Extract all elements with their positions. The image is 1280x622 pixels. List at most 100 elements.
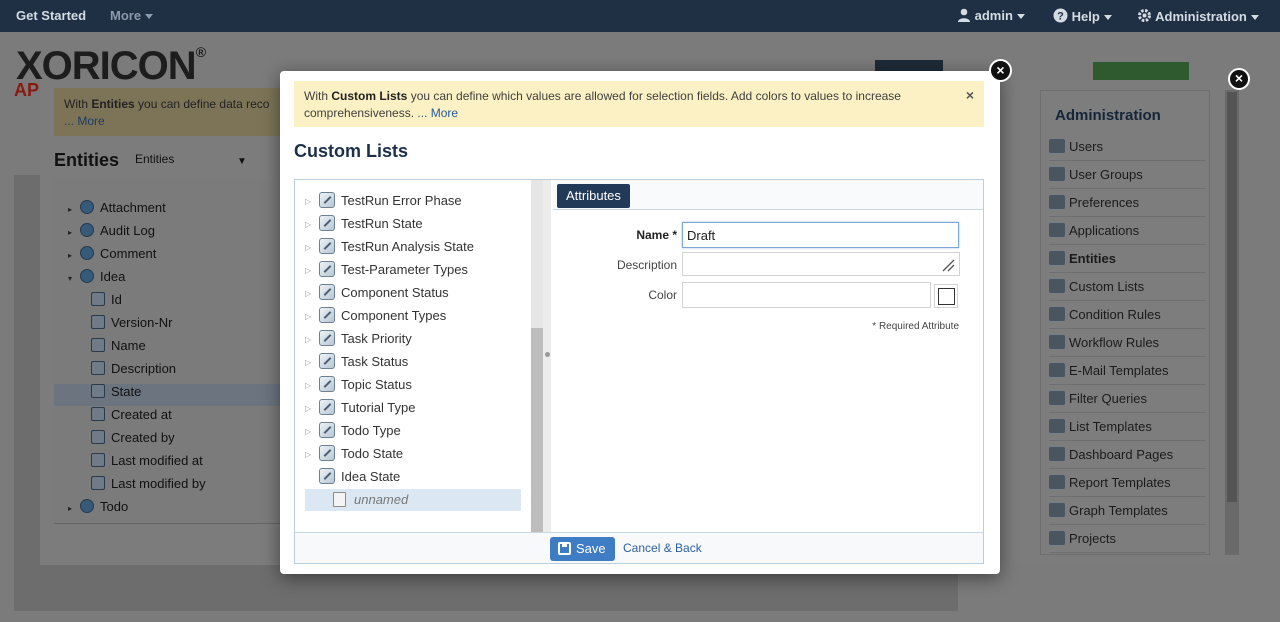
entity-tree-item[interactable]: Description [54,361,280,383]
admin-item[interactable]: Applications [1049,217,1206,245]
expand-icon[interactable]: ▷ [305,352,319,374]
scrollbar-thumb[interactable] [531,328,543,532]
list-value-item[interactable]: unnamed [305,489,521,511]
admin-item[interactable]: Report Templates [1049,469,1206,497]
entity-tree-item[interactable]: Last modified at [54,453,280,475]
expand-icon[interactable]: ▷ [305,191,319,213]
admin-scrollbar[interactable] [1225,90,1239,555]
admin-item-icon [1049,419,1065,433]
gear-icon [80,200,94,214]
modal-close-icon[interactable]: × [989,59,1012,82]
admin-item[interactable]: Projects [1049,525,1206,553]
chevron-down-icon [1103,15,1112,21]
attribute-icon [91,407,105,421]
attribute-icon [91,361,105,375]
custom-list-item[interactable]: ▷ TestRun Error Phase [305,190,521,212]
custom-lists-panel: ▷ TestRun Error Phase ▷ TestRun State ▷ TestR… [294,179,984,564]
entity-tree-item[interactable]: ▸ Audit Log [68,223,280,245]
close-icon[interactable]: × [1228,68,1250,90]
entity-tree-item[interactable]: Created by [54,430,280,452]
resize-handle-icon[interactable] [941,258,955,272]
nav-administration[interactable]: Administration [1137,8,1259,24]
entity-tree-item[interactable]: Last modified by [54,476,280,498]
cancel-back-link[interactable]: Cancel & Back [623,541,702,555]
name-field[interactable] [682,222,959,248]
custom-list-item[interactable]: ▷ Todo Type [305,420,521,442]
expand-icon[interactable]: ▷ [305,421,319,443]
custom-list-item[interactable]: ▷ TestRun Analysis State [305,236,521,258]
entity-tree-label: Comment [100,246,157,261]
admin-item[interactable]: E-Mail Templates [1049,357,1206,385]
custom-list-label: Task Priority [341,331,412,346]
entity-tree-item[interactable]: Version-Nr [54,315,280,337]
custom-list-item[interactable]: Idea State [305,466,521,488]
expand-icon[interactable]: ▷ [305,283,319,305]
expand-icon[interactable]: ▷ [305,444,319,466]
splitter-handle[interactable] [545,352,550,357]
entity-tree-item[interactable]: ▸ Attachment [68,200,280,222]
custom-list-item[interactable]: ▷ Task Priority [305,328,521,350]
admin-item[interactable]: Custom Lists [1049,273,1206,301]
tab-attributes[interactable]: Attributes [557,184,630,208]
expand-icon[interactable]: ▸ [68,251,80,260]
entity-tree-item[interactable]: Created at [54,407,280,429]
custom-list-item[interactable]: ▷ Todo State [305,443,521,465]
expand-icon[interactable]: ▸ [68,504,80,513]
save-button[interactable]: Save [550,537,615,561]
list-value-label: unnamed [354,492,409,507]
custom-lists-modal: With Custom Lists you can define which v… [280,71,1000,574]
admin-item[interactable]: Preferences [1049,189,1206,217]
admin-item[interactable]: List Templates [1049,413,1206,441]
custom-list-item[interactable]: ▷ Task Status [305,351,521,373]
nav-more[interactable]: More [110,8,154,23]
admin-item-label: Users [1069,139,1103,154]
admin-item[interactable]: Graph Templates [1049,497,1206,525]
entity-tree-label: Audit Log [100,223,155,238]
admin-item[interactable]: Entities [1049,245,1206,273]
description-field[interactable] [682,252,960,276]
admin-item[interactable]: User Groups [1049,161,1206,189]
entity-tree-item[interactable]: Name [54,338,280,360]
tree-scrollbar[interactable] [531,180,551,532]
custom-list-item[interactable]: ▷ Test-Parameter Types [305,259,521,281]
expand-icon[interactable]: ▷ [305,329,319,351]
expand-icon[interactable]: ▷ [305,214,319,236]
admin-item[interactable]: Condition Rules [1049,301,1206,329]
custom-list-label: TestRun State [341,216,423,231]
nav-help[interactable]: ? Help [1053,8,1112,24]
nav-admin-user[interactable]: admin [957,8,1025,23]
custom-list-item[interactable]: ▷ Tutorial Type [305,397,521,419]
expand-icon[interactable]: ▷ [305,260,319,282]
admin-item[interactable]: Filter Queries [1049,385,1206,413]
entity-tree-item[interactable]: ▸ Comment [68,246,280,268]
info-more-link[interactable]: ... More [417,106,458,120]
expand-icon[interactable]: ▷ [305,237,319,259]
custom-list-item[interactable]: ▷ Component Status [305,282,521,304]
expand-icon[interactable]: ▷ [305,398,319,420]
chevron-down-icon [1016,14,1025,20]
custom-list-item[interactable]: ▷ Topic Status [305,374,521,396]
admin-item[interactable]: Dashboard Pages [1049,441,1206,469]
custom-list-label: Task Status [341,354,409,369]
admin-scrollbar-thumb[interactable] [1227,92,1237,502]
color-field[interactable] [682,282,931,308]
info-close-icon[interactable]: × [966,87,974,104]
admin-item[interactable]: Workflow Rules [1049,329,1206,357]
nav-get-started[interactable]: Get Started [16,8,86,23]
entity-tree-item[interactable]: Id [54,292,280,314]
expand-icon[interactable]: ▷ [305,375,319,397]
entities-selector[interactable]: Entities [135,152,174,166]
expand-icon[interactable]: ▷ [305,306,319,328]
custom-list-item[interactable]: ▷ Component Types [305,305,521,327]
chevron-down-icon[interactable]: ▼ [237,156,247,167]
entity-tree-item[interactable]: ▾ Idea [68,269,280,291]
expand-icon[interactable]: ▸ [68,205,80,214]
custom-list-item[interactable]: ▷ TestRun State [305,213,521,235]
entity-tree-item[interactable]: ▸ Todo [68,499,280,521]
color-picker-button[interactable] [934,284,958,308]
entity-tree-item[interactable]: State [54,384,280,406]
expand-icon[interactable]: ▸ [68,228,80,237]
admin-item[interactable]: Users [1049,133,1206,161]
collapse-icon[interactable]: ▾ [68,274,80,283]
entities-info-more-link[interactable]: ... More [64,114,105,128]
